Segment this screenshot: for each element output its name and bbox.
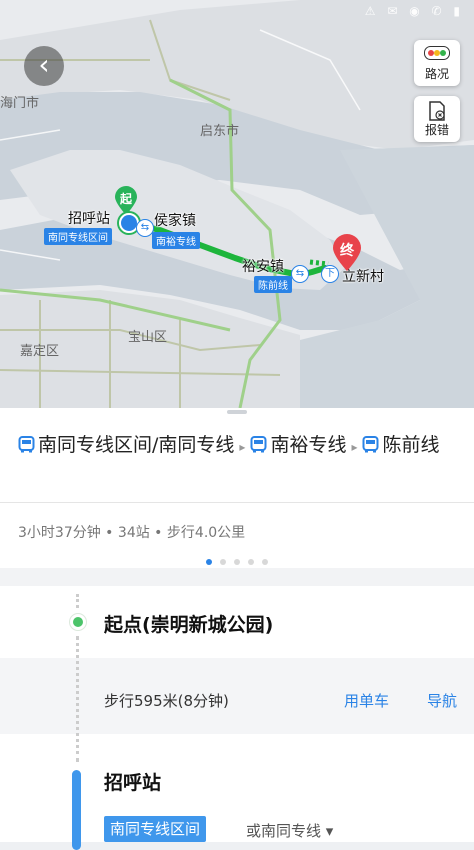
route-segments: 南同专线区间/南同专线 ▸ 南裕专线 ▸ 陈前线 [18, 430, 458, 462]
bus-icon [18, 436, 35, 453]
place-label-zhaohu: 招呼站 [68, 211, 110, 227]
start-marker[interactable]: 起 [114, 186, 138, 216]
transfer-icon: ⇆ [136, 219, 154, 237]
bus-segment-bar [72, 770, 81, 850]
traffic-label: 路况 [424, 67, 449, 81]
summary-separator: • [149, 525, 167, 541]
timeline-dotted-line [76, 594, 82, 608]
status-icons: ⚠ ✉ ◉ ✆ ▮ [364, 4, 464, 18]
route-summary: 3小时37分钟 • 34站 • 步行4.0公里 [18, 522, 245, 542]
drag-handle[interactable] [227, 410, 247, 414]
page-dot[interactable] [262, 559, 268, 565]
route-segment-2: 南裕专线 [270, 434, 347, 456]
timeline-dotted-line [76, 636, 82, 762]
route-segment-1: 南同专线区间/南同专线 [38, 434, 235, 456]
transfer-icon: ⇆ [291, 265, 309, 283]
route-tag-nantong-section: 南同专线区间 [44, 228, 112, 245]
back-button[interactable]: ‹ [24, 46, 64, 86]
summary-separator: • [100, 525, 118, 541]
boarding-stop-title: 招呼站 [104, 772, 162, 794]
page-dot[interactable] [248, 559, 254, 565]
segment-arrow-icon: ▸ [239, 440, 246, 454]
page-dot-active[interactable] [206, 559, 212, 565]
section-gap [0, 568, 474, 586]
bus-line-chip[interactable]: 南同专线区间 [104, 816, 207, 842]
city-label-baoshan: 宝山区 [128, 330, 168, 345]
traffic-button[interactable]: 路况 [414, 40, 460, 86]
bus-icon [362, 436, 379, 453]
place-label-houjia: 侯家镇 [154, 213, 196, 229]
bus-icon [250, 436, 267, 453]
traffic-light-icon [424, 46, 450, 60]
report-button[interactable]: 报错 [414, 96, 460, 142]
walk-step-text: 步行595米(8分钟) [104, 692, 229, 710]
city-label-jiading: 嘉定区 [20, 344, 60, 359]
segment-arrow-icon: ▸ [351, 440, 358, 454]
back-icon: ‹ [38, 48, 50, 81]
route-map[interactable]: ⚠ ✉ ◉ ✆ ▮ ‹ 路况 报错 海门市 启东市 宝山区 嘉定区 起 招呼站 … [0, 0, 474, 408]
place-label-yuan: 裕安镇 [242, 259, 284, 275]
summary-stops: 34站 [117, 525, 150, 541]
navigate-link[interactable]: 导航 [427, 690, 457, 711]
route-tag-nanyu: 南裕专线 [152, 232, 200, 249]
page-dot[interactable] [234, 559, 240, 565]
walk-step[interactable] [0, 658, 474, 734]
city-label-haimen: 海门市 [0, 96, 40, 111]
end-marker-label: 终 [340, 243, 354, 259]
divider [0, 502, 474, 503]
report-label: 报错 [424, 123, 449, 137]
page-dot[interactable] [220, 559, 226, 565]
start-marker-label: 起 [119, 192, 132, 206]
map-canvas[interactable] [0, 0, 474, 408]
route-segment-3: 陈前线 [382, 434, 440, 456]
summary-duration: 3小时37分钟 [18, 525, 101, 541]
bike-link[interactable]: 用单车 [344, 690, 389, 711]
end-marker[interactable]: 终 [332, 234, 362, 272]
city-label-qidong: 启东市 [200, 124, 240, 139]
alternative-line-dropdown[interactable]: 或南同专线 ▾ [246, 820, 333, 841]
summary-walk: 步行4.0公里 [166, 525, 246, 541]
status-bar: ⚠ ✉ ◉ ✆ ▮ [0, 0, 474, 24]
route-tag-chenqian: 陈前线 [254, 276, 292, 293]
report-icon [429, 101, 445, 121]
start-point-icon [69, 613, 87, 631]
start-point-title: 起点(崇明新城公园) [104, 614, 274, 636]
page-indicator[interactable] [0, 550, 474, 569]
route-detail-sheet[interactable]: 南同专线区间/南同专线 ▸ 南裕专线 ▸ 陈前线 3小时37分钟 • 34站 • 步行4… [0, 408, 474, 850]
